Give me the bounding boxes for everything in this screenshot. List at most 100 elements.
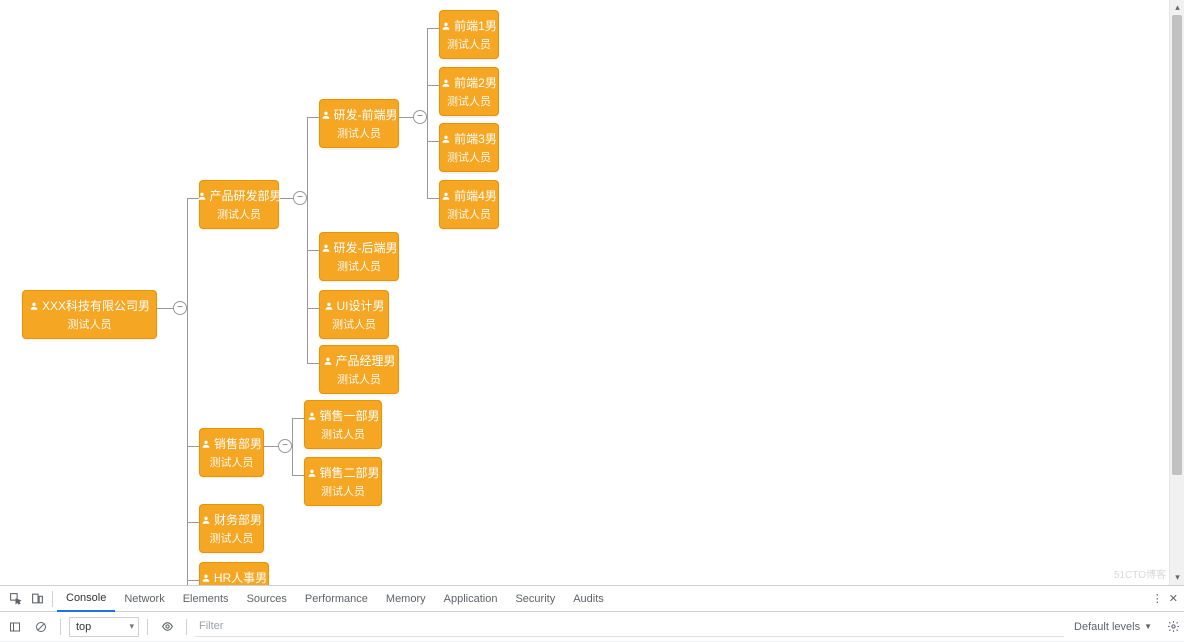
devtools-tab-console[interactable]: Console — [57, 586, 115, 612]
node-subtitle: 测试人员 — [332, 316, 376, 332]
node-subtitle: 测试人员 — [337, 371, 381, 387]
org-node-dept-1[interactable]: 销售部男 测试人员 — [199, 428, 264, 477]
node-subtitle: 测试人员 — [337, 258, 381, 274]
node-subtitle: 测试人员 — [68, 316, 112, 332]
person-icon — [201, 439, 211, 449]
connector — [307, 363, 319, 364]
node-title: 前端1男 — [454, 17, 497, 34]
connector — [307, 117, 308, 363]
toggle-sales[interactable]: − — [278, 439, 292, 453]
live-expression-icon[interactable] — [156, 616, 178, 638]
devtools-tab-elements[interactable]: Elements — [174, 586, 238, 612]
org-node-dept0-team3[interactable]: 产品经理男 测试人员 — [319, 345, 399, 394]
org-node-fe-0[interactable]: 前端1男 测试人员 — [439, 10, 499, 59]
connector — [292, 418, 293, 475]
org-node-dept-2[interactable]: 财务部男 测试人员 — [199, 504, 264, 553]
levels-label: Default levels — [1074, 621, 1140, 633]
connector — [157, 308, 173, 309]
connector — [292, 418, 304, 419]
person-icon — [441, 191, 451, 201]
toggle-root[interactable]: − — [173, 301, 187, 315]
org-node-dept-3[interactable]: HR人事男 测试人员 — [199, 562, 269, 585]
node-title: XXX科技有限公司男 — [42, 297, 150, 314]
devtools-tab-application[interactable]: Application — [435, 586, 507, 612]
org-node-dept0-team2[interactable]: UI设计男 测试人员 — [319, 290, 389, 339]
node-title: 销售一部男 — [320, 407, 380, 424]
connector — [399, 117, 413, 118]
clear-console-icon[interactable] — [30, 616, 52, 638]
person-icon — [201, 573, 211, 583]
tree-viewport[interactable]: − − − − XXX科技有限公司男 测试人员 — [0, 0, 1184, 585]
person-icon — [307, 411, 317, 421]
person-icon — [441, 21, 451, 31]
toggle-frontend[interactable]: − — [413, 110, 427, 124]
devtools-more-icon[interactable]: ⋮ — [1152, 592, 1163, 605]
devtools-tab-sources[interactable]: Sources — [238, 586, 296, 612]
org-node-dept0-team1[interactable]: 研发-后端男 测试人员 — [319, 232, 399, 281]
connector — [307, 308, 319, 309]
connector — [427, 28, 439, 29]
console-context-select[interactable]: top — [69, 617, 139, 637]
log-levels-dropdown[interactable]: Default levels▼ — [1068, 621, 1158, 633]
scroll-down-arrow[interactable]: ▾ — [1170, 570, 1184, 585]
node-title: 前端3男 — [454, 130, 497, 147]
node-subtitle: 测试人员 — [447, 149, 491, 165]
node-title: 销售部男 — [214, 435, 262, 452]
vertical-scrollbar[interactable]: ▴ ▾ — [1169, 0, 1184, 585]
devtools-tabbar: Console Network Elements Sources Perform… — [0, 586, 1184, 612]
connector — [292, 475, 304, 476]
connector — [427, 141, 439, 142]
person-icon — [321, 110, 331, 120]
console-toolbar: top Default levels▼ — [0, 612, 1184, 642]
context-value: top — [76, 621, 91, 633]
org-node-sales-1[interactable]: 销售二部男 测试人员 — [304, 457, 382, 506]
person-icon — [307, 468, 317, 478]
connector — [187, 580, 199, 581]
devtools-panel: Console Network Elements Sources Perform… — [0, 585, 1184, 641]
node-title: HR人事男 — [214, 569, 267, 585]
org-chart-canvas: − − − − XXX科技有限公司男 测试人员 — [0, 0, 1184, 585]
node-title: 前端2男 — [454, 74, 497, 91]
org-node-fe-3[interactable]: 前端4男 测试人员 — [439, 180, 499, 229]
org-node-dept-0[interactable]: 产品研发部男 测试人员 — [199, 180, 279, 229]
person-icon — [441, 78, 451, 88]
devtools-close-icon[interactable]: ✕ — [1169, 592, 1178, 605]
node-subtitle: 测试人员 — [447, 93, 491, 109]
devtools-tab-performance[interactable]: Performance — [296, 586, 377, 612]
node-title: 研发-前端男 — [334, 106, 398, 123]
org-node-dept0-team0[interactable]: 研发-前端男 测试人员 — [319, 99, 399, 148]
device-toolbar-icon[interactable] — [26, 586, 48, 612]
separator — [60, 619, 61, 635]
console-settings-icon[interactable] — [1162, 620, 1184, 633]
inspect-element-icon[interactable] — [4, 586, 26, 612]
separator — [52, 591, 53, 607]
connector — [187, 198, 188, 585]
org-node-sales-0[interactable]: 销售一部男 测试人员 — [304, 400, 382, 449]
node-title: UI设计男 — [337, 297, 385, 314]
console-sidebar-toggle-icon[interactable] — [4, 616, 26, 638]
org-node-fe-1[interactable]: 前端2男 测试人员 — [439, 67, 499, 116]
scroll-thumb[interactable] — [1172, 15, 1182, 475]
node-title: 前端4男 — [454, 187, 497, 204]
connector — [427, 28, 428, 198]
node-subtitle: 测试人员 — [337, 125, 381, 141]
node-subtitle: 测试人员 — [217, 206, 261, 222]
console-filter-input[interactable] — [195, 617, 1064, 637]
person-icon — [323, 356, 333, 366]
node-title: 产品经理男 — [336, 352, 396, 369]
devtools-tab-network[interactable]: Network — [115, 586, 173, 612]
org-node-fe-2[interactable]: 前端3男 测试人员 — [439, 123, 499, 172]
connector — [427, 85, 439, 86]
scroll-up-arrow[interactable]: ▴ — [1170, 0, 1184, 15]
person-icon — [441, 134, 451, 144]
connector — [264, 446, 278, 447]
toggle-dept-0[interactable]: − — [293, 191, 307, 205]
org-node-root[interactable]: XXX科技有限公司男 测试人员 — [22, 290, 157, 339]
devtools-tab-security[interactable]: Security — [506, 586, 564, 612]
connector — [187, 446, 199, 447]
person-icon — [29, 301, 39, 311]
devtools-tab-memory[interactable]: Memory — [377, 586, 435, 612]
node-subtitle: 测试人员 — [447, 206, 491, 222]
devtools-tab-audits[interactable]: Audits — [564, 586, 613, 612]
connector — [187, 522, 199, 523]
